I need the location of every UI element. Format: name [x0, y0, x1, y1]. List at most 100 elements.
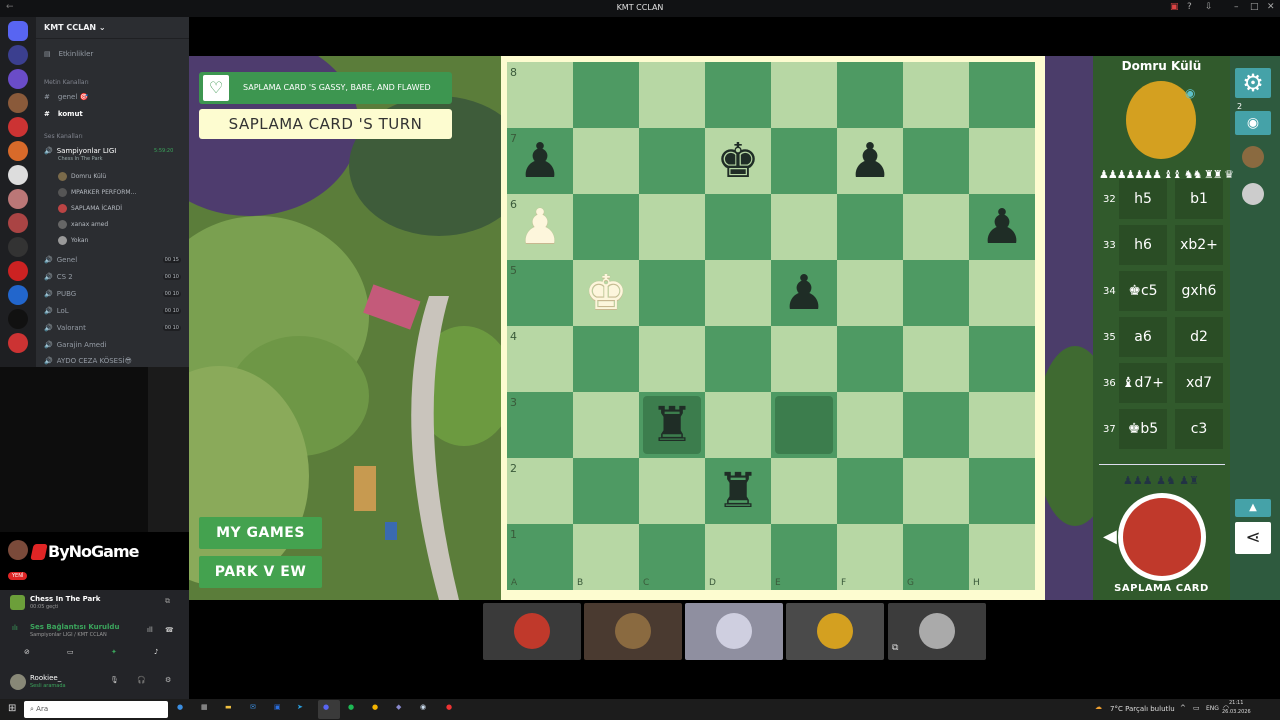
app-icon[interactable]: ● [446, 703, 452, 711]
server-icon[interactable] [8, 261, 28, 281]
board-square-e7[interactable] [771, 128, 837, 194]
clock-date[interactable]: 26.03.2026 [1222, 709, 1251, 715]
black-move[interactable]: d2 [1175, 317, 1223, 357]
voice-user[interactable]: xanax amed [58, 220, 108, 229]
channel-komut[interactable]: # komut [44, 110, 83, 118]
taskbar-search[interactable]: ⌕ Ara [24, 701, 168, 718]
board-square-f6[interactable] [837, 194, 903, 260]
chess-piece-h6[interactable]: ♟ [969, 194, 1035, 260]
voice-channel-active[interactable]: 🔊 Sampiyonlar LIGI [44, 147, 116, 155]
board-square-d3[interactable] [705, 392, 771, 458]
board-square-d6[interactable] [705, 194, 771, 260]
participant-tile[interactable] [685, 603, 783, 660]
white-move[interactable]: h5 [1119, 179, 1167, 219]
close-icon[interactable]: ✕ [1267, 2, 1275, 12]
participant-tile[interactable]: ⧉ [888, 603, 986, 660]
spectator-avatar[interactable] [1242, 183, 1264, 205]
explorer-icon[interactable]: ▬ [225, 703, 232, 711]
board-square-h4[interactable] [969, 326, 1035, 392]
participant-tile[interactable] [584, 603, 682, 660]
voice-channel[interactable]: 🔊 CS 2 [44, 273, 73, 281]
voice-user[interactable]: Domru Külü [58, 172, 106, 181]
server-icon[interactable] [8, 45, 28, 65]
voice-category[interactable]: Ses Kanalları [44, 133, 83, 140]
clock-time[interactable]: 21:11 [1229, 700, 1243, 706]
board-square-c4[interactable] [639, 326, 705, 392]
board-square-e6[interactable] [771, 194, 837, 260]
settings-icon[interactable]: ⚙ [165, 676, 171, 684]
board-square-f8[interactable] [837, 62, 903, 128]
board-square-d5[interactable] [705, 260, 771, 326]
voice-user[interactable]: SAPLAMA İCARDİ [58, 204, 122, 213]
board-square-b6[interactable] [573, 194, 639, 260]
voice-channel[interactable]: 🔊 AYDO CEZA KÖSESİ😎 [44, 357, 132, 365]
board-square-g4[interactable] [903, 326, 969, 392]
chess-piece-d2[interactable]: ♜ [705, 458, 771, 524]
voice-channel[interactable]: 🔊 PUBG [44, 290, 76, 298]
board-square-e4[interactable] [771, 326, 837, 392]
telegram-icon[interactable]: ➤ [297, 703, 303, 711]
voice-channel[interactable]: 🔊 Valorant [44, 324, 86, 332]
board-square-f3[interactable] [837, 392, 903, 458]
heart-icon[interactable]: ♡ [203, 75, 229, 101]
participant-tile[interactable] [483, 603, 581, 660]
board-square-d8[interactable] [705, 62, 771, 128]
disconnect-icon[interactable]: ☎ [165, 626, 174, 634]
minimize-icon[interactable]: – [1234, 2, 1239, 12]
chess-piece-d7[interactable]: ♚ [705, 128, 771, 194]
board-square-f5[interactable] [837, 260, 903, 326]
server-icon[interactable] [8, 285, 28, 305]
board-square-e2[interactable] [771, 458, 837, 524]
chess-piece-c3[interactable]: ♜ [639, 392, 705, 458]
server-icon[interactable] [8, 93, 28, 113]
voice-status[interactable]: Ses Bağlantısı Kuruldu [30, 623, 119, 631]
white-move[interactable]: ♚b5 [1119, 409, 1167, 449]
microphone-icon[interactable]: 🎙 [110, 676, 119, 684]
board-square-c6[interactable] [639, 194, 705, 260]
activities-icon[interactable]: ✦ [111, 648, 117, 656]
channel-genel[interactable]: # genel 🎯 [44, 93, 88, 101]
windows-start-icon[interactable]: ⊞ [8, 703, 16, 714]
maximize-icon[interactable]: □ [1250, 2, 1259, 12]
chess-piece-b5[interactable]: ♚ [573, 260, 639, 326]
board-square-h8[interactable] [969, 62, 1035, 128]
black-move[interactable]: xb2+ [1175, 225, 1223, 265]
help-icon[interactable]: ? [1187, 2, 1192, 12]
white-move[interactable]: ♚c5 [1119, 271, 1167, 311]
voice-channel[interactable]: 🔊 Genel [44, 256, 77, 264]
board-square-f1[interactable] [837, 524, 903, 590]
server-icon[interactable] [8, 213, 28, 233]
collapse-up-icon[interactable]: ▲ [1235, 499, 1271, 517]
board-square-g3[interactable] [903, 392, 969, 458]
steam-icon[interactable]: ◉ [420, 703, 426, 711]
headphones-icon[interactable]: 🎧 [137, 676, 146, 684]
server-icon[interactable] [8, 165, 28, 185]
weather-text[interactable]: 7°C Parçalı bulutlu [1110, 705, 1175, 713]
black-move[interactable]: c3 [1175, 409, 1223, 449]
server-icon[interactable] [8, 117, 28, 137]
server-icon[interactable] [8, 309, 28, 329]
store-icon[interactable]: ▣ [274, 703, 281, 711]
server-icon[interactable] [8, 189, 28, 209]
board-square-f2[interactable] [837, 458, 903, 524]
board-square-g7[interactable] [903, 128, 969, 194]
server-icon[interactable] [8, 69, 28, 89]
chess-piece-a6[interactable]: ♟ [507, 194, 573, 260]
taskview-icon[interactable]: ▦ [201, 703, 208, 711]
server-icon[interactable] [8, 141, 28, 161]
edge-icon[interactable]: ● [177, 703, 183, 711]
voice-user[interactable]: MPARKER PERFORM... [58, 188, 136, 197]
spectate-eye-icon[interactable]: ◉ [1235, 111, 1271, 135]
voice-channel[interactable]: 🔊 LoL [44, 307, 69, 315]
settings-gear-icon[interactable]: ⚙ [1235, 68, 1271, 98]
chrome-icon[interactable]: ● [372, 703, 378, 711]
noise-icon[interactable]: ıll [147, 626, 153, 634]
spotify-icon[interactable]: ● [348, 703, 354, 711]
spectator-avatar[interactable] [1242, 146, 1264, 168]
board-square-c8[interactable] [639, 62, 705, 128]
voice-channel[interactable]: 🔊 Garajin Amedi [44, 341, 106, 349]
network-icon[interactable]: ▭ [1193, 704, 1200, 712]
mail-icon[interactable]: ✉ [250, 703, 256, 711]
white-move[interactable]: ♝d7+ [1119, 363, 1167, 403]
board-square-f4[interactable] [837, 326, 903, 392]
